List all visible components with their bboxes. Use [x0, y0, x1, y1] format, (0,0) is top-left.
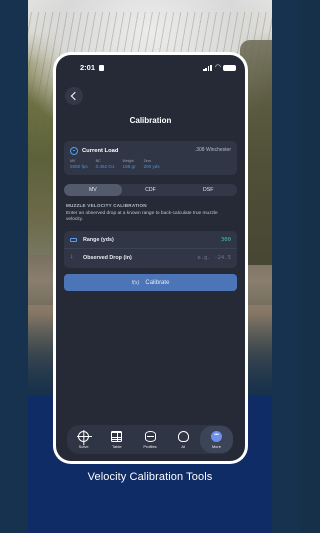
status-time: 2:01 [80, 63, 96, 72]
status-bar: 2:01 ◠ [56, 63, 245, 75]
section-heading: MUZZLE VELOCITY CALIBRATION [66, 203, 147, 208]
tab-table[interactable]: Table [100, 425, 133, 454]
wifi-icon: ◠ [214, 64, 221, 71]
stat-value: 2650 fps [70, 164, 88, 169]
range-label: Range (yds) [83, 236, 114, 243]
current-load-header: Current Load [70, 146, 118, 155]
caliber-label: .308 Winchester [194, 147, 231, 153]
stat-mv: MV 2650 fps [70, 159, 88, 170]
section-description: Enter an observed drop at a known range … [66, 211, 218, 223]
range-row: Range (yds) 300 [64, 231, 237, 249]
stat-zero: Zero 200 yds [144, 159, 160, 170]
page-title: Calibration [129, 116, 172, 125]
calibration-mode-selector: MV CDF DSF [64, 184, 237, 196]
background-left-panel [0, 0, 28, 533]
brain-icon [177, 430, 189, 442]
ruler-icon [70, 237, 77, 242]
more-icon [210, 430, 222, 442]
drop-row: Observed Drop (in) e.g. -24.5 [64, 249, 237, 267]
stat-bc: BC 0.462 G1 [96, 159, 115, 170]
calibration-inputs-card: Range (yds) 300 Observed Drop (in) e.g. … [64, 231, 237, 268]
database-icon [144, 430, 156, 442]
current-load-label: Current Load [82, 147, 119, 154]
drop-input[interactable]: e.g. -24.5 [171, 255, 231, 261]
calibrate-button[interactable]: f(x) Calibrate [64, 274, 237, 291]
promo-caption: Velocity Calibration Tools [87, 471, 213, 483]
tab-profiles[interactable]: Profiles [133, 425, 166, 454]
stat-value: 0.462 G1 [95, 164, 115, 169]
tab-solve[interactable]: Solve [67, 425, 100, 454]
load-stats: MV 2650 fps BC 0.462 G1 Weight 168 gr Ze… [70, 159, 168, 170]
arrow-down-icon [70, 253, 77, 262]
stat-weight: Weight 168 gr [123, 159, 136, 170]
tab-label: AI [181, 443, 186, 449]
tab-label: Table [112, 443, 122, 449]
back-button[interactable] [65, 87, 83, 105]
function-icon: f(x) [131, 279, 140, 286]
segment-mv[interactable]: MV [64, 184, 122, 196]
tab-label: More [211, 443, 221, 449]
segment-cdf[interactable]: CDF [122, 184, 180, 196]
stat-value: 200 yds [143, 164, 160, 169]
battery-icon [223, 65, 236, 71]
drop-label: Observed Drop (in) [83, 255, 132, 261]
calibrate-label: Calibrate [145, 279, 170, 286]
table-icon [111, 430, 123, 442]
tab-more[interactable]: More [199, 426, 234, 453]
signal-icon [203, 65, 212, 71]
current-load-card: Current Load .308 Winchester MV 2650 fps… [64, 141, 237, 175]
tab-ai[interactable]: AI [167, 425, 200, 454]
crosshair-icon [77, 430, 93, 442]
range-input[interactable]: 300 [171, 237, 231, 243]
segment-dsf[interactable]: DSF [179, 184, 237, 196]
phone-frame: 2:01 ◠ Calibration Current Load .308 Win… [53, 52, 248, 464]
tab-label: Profiles [143, 443, 157, 449]
background-right-panel [272, 0, 300, 533]
stat-value: 168 gr [122, 164, 136, 169]
target-icon [70, 146, 78, 155]
lock-icon [99, 65, 104, 71]
app-screen: 2:01 ◠ Calibration Current Load .308 Win… [56, 55, 245, 461]
bottom-tab-bar: Solve Table Profiles AI More [67, 425, 234, 454]
